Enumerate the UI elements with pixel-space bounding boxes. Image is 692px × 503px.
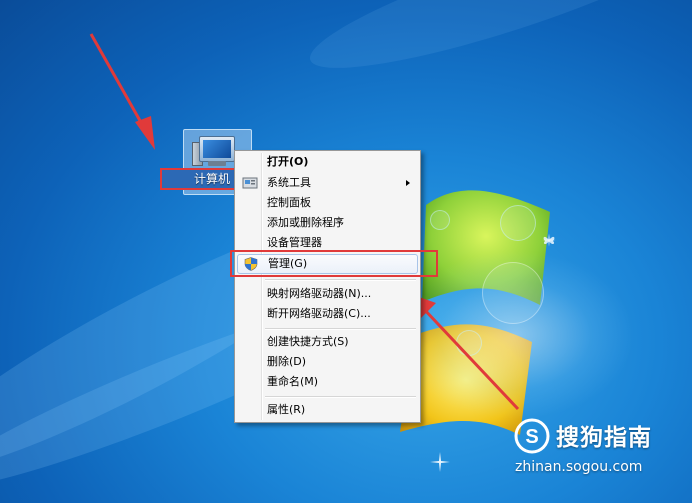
menu-item-add-remove-programs[interactable]: 添加或删除程序 <box>237 213 418 233</box>
menu-item-properties[interactable]: 属性(R) <box>237 400 418 420</box>
bubble <box>430 210 450 230</box>
system-tools-icon <box>242 177 258 189</box>
monitor-stand <box>208 161 226 166</box>
light-streak <box>299 0 692 94</box>
menu-item-rename[interactable]: 重命名(M) <box>237 372 418 392</box>
menu-item-label: 断开网络驱动器(C)... <box>267 307 371 320</box>
context-menu: 打开(O) 系统工具 控制面板 添加或删除程序 设备管理器 管理(G) 映射网络… <box>234 150 421 423</box>
menu-item-label: 重命名(M) <box>267 375 319 388</box>
monitor-icon <box>199 136 235 162</box>
menu-item-delete[interactable]: 删除(D) <box>237 352 418 372</box>
menu-item-label: 映射网络驱动器(N)... <box>267 287 372 300</box>
watermark-brand: 搜狗指南 <box>556 425 652 451</box>
menu-separator <box>265 328 416 329</box>
menu-item-label: 设备管理器 <box>267 236 322 249</box>
menu-item-label: 属性(R) <box>267 403 306 416</box>
sogou-logo-icon: S <box>514 418 550 454</box>
menu-item-label: 打开(O) <box>267 155 309 168</box>
menu-item-label: 添加或删除程序 <box>267 216 344 229</box>
annotation-arrow-topleft <box>89 33 155 150</box>
menu-item-map-network-drive[interactable]: 映射网络驱动器(N)... <box>237 284 418 304</box>
menu-item-system-tools[interactable]: 系统工具 <box>237 173 418 193</box>
menu-item-label: 控制面板 <box>267 196 311 209</box>
bubble <box>500 205 536 241</box>
menu-item-label: 创建快捷方式(S) <box>267 335 349 348</box>
butterfly-icon <box>543 236 555 245</box>
menu-separator <box>265 279 416 280</box>
menu-item-open[interactable]: 打开(O) <box>237 152 418 172</box>
sparkle-icon <box>430 452 450 472</box>
menu-item-label: 系统工具 <box>267 176 311 189</box>
menu-separator <box>265 396 416 397</box>
logo-letter: S <box>525 426 538 448</box>
watermark-url: zhinan.sogou.com <box>515 459 643 475</box>
submenu-arrow-icon <box>406 180 410 186</box>
menu-item-create-shortcut[interactable]: 创建快捷方式(S) <box>237 332 418 352</box>
annotation-box-manage <box>230 250 438 277</box>
menu-item-disconnect-network-drive[interactable]: 断开网络驱动器(C)... <box>237 304 418 324</box>
menu-item-label: 删除(D) <box>267 355 307 368</box>
menu-item-control-panel[interactable]: 控制面板 <box>237 193 418 213</box>
annotation-box-computer-label <box>160 168 238 190</box>
